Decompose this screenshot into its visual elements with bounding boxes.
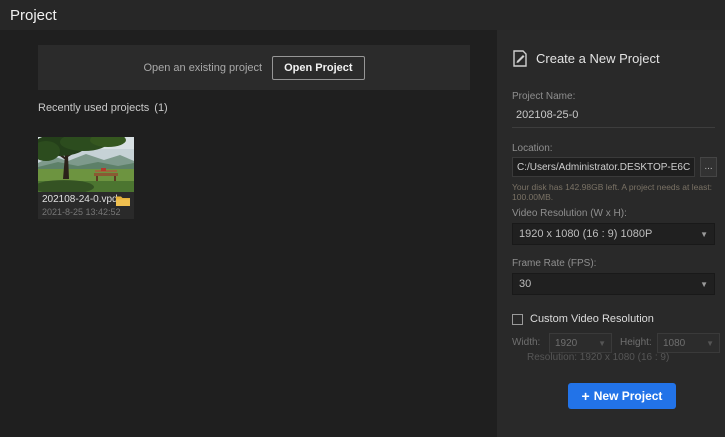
create-project-title: Create a New Project: [536, 51, 660, 66]
video-resolution-label: Video Resolution (W x H):: [512, 208, 627, 219]
create-project-panel: Create a New Project Project Name: 20210…: [497, 30, 725, 437]
recent-projects-heading: Recently used projects (1): [38, 102, 168, 114]
recent-projects-count: (1): [154, 102, 167, 114]
video-resolution-value: 1920 x 1080 (16 : 9) 1080P: [519, 228, 652, 240]
width-value: 1920: [555, 338, 577, 349]
chevron-down-icon: ▼: [700, 280, 708, 289]
video-resolution-select[interactable]: 1920 x 1080 (16 : 9) 1080P ▼: [512, 223, 715, 245]
new-project-button[interactable]: + New Project: [568, 383, 676, 409]
open-existing-prompt: Open an existing project: [143, 62, 262, 74]
page-title: Project: [10, 7, 57, 24]
new-document-icon: [512, 50, 528, 67]
width-label: Width:: [512, 337, 540, 348]
height-label: Height:: [620, 337, 652, 348]
project-card-meta: 202108-24-0.vpd 2021-8-25 13:42:52: [38, 192, 134, 218]
create-project-heading: Create a New Project: [512, 50, 660, 67]
plus-icon: +: [582, 389, 590, 403]
location-input[interactable]: [512, 157, 695, 177]
height-value: 1080: [663, 338, 685, 349]
width-select[interactable]: 1920 ▼: [549, 333, 612, 353]
custom-resolution-label: Custom Video Resolution: [530, 313, 654, 325]
open-project-button[interactable]: Open Project: [272, 56, 364, 80]
custom-resolution-checkbox[interactable]: [512, 314, 523, 325]
titlebar: Project: [0, 0, 725, 30]
disk-space-hint: Your disk has 142.98GB left. A project n…: [512, 182, 717, 202]
recent-projects-label: Recently used projects: [38, 102, 149, 114]
frame-rate-select[interactable]: 30 ▼: [512, 273, 715, 295]
custom-resolution-row[interactable]: Custom Video Resolution: [512, 313, 654, 325]
chevron-down-icon: ▼: [706, 339, 714, 348]
project-window: Project Open an existing project Open Pr…: [0, 0, 725, 437]
project-name-label: Project Name:: [512, 91, 575, 102]
location-label: Location:: [512, 143, 553, 154]
open-existing-banner: Open an existing project Open Project: [38, 45, 470, 90]
chevron-down-icon: ▼: [598, 339, 606, 348]
project-date: 2021-8-25 13:42:52: [42, 207, 130, 218]
browse-button[interactable]: ...: [700, 157, 717, 177]
recent-project-card[interactable]: 202108-24-0.vpd 2021-8-25 13:42:52: [38, 137, 134, 219]
folder-icon[interactable]: [116, 195, 130, 206]
chevron-down-icon: ▼: [700, 230, 708, 239]
height-select[interactable]: 1080 ▼: [657, 333, 720, 353]
resolution-summary: Resolution: 1920 x 1080 (16 : 9): [527, 352, 717, 363]
new-project-button-label: New Project: [594, 389, 663, 403]
project-thumbnail[interactable]: [38, 137, 134, 192]
open-project-area: Open an existing project Open Project Re…: [0, 30, 497, 437]
frame-rate-value: 30: [519, 278, 531, 290]
frame-rate-label: Frame Rate (FPS):: [512, 258, 596, 269]
project-name-input[interactable]: 202108-25-0: [512, 106, 715, 128]
